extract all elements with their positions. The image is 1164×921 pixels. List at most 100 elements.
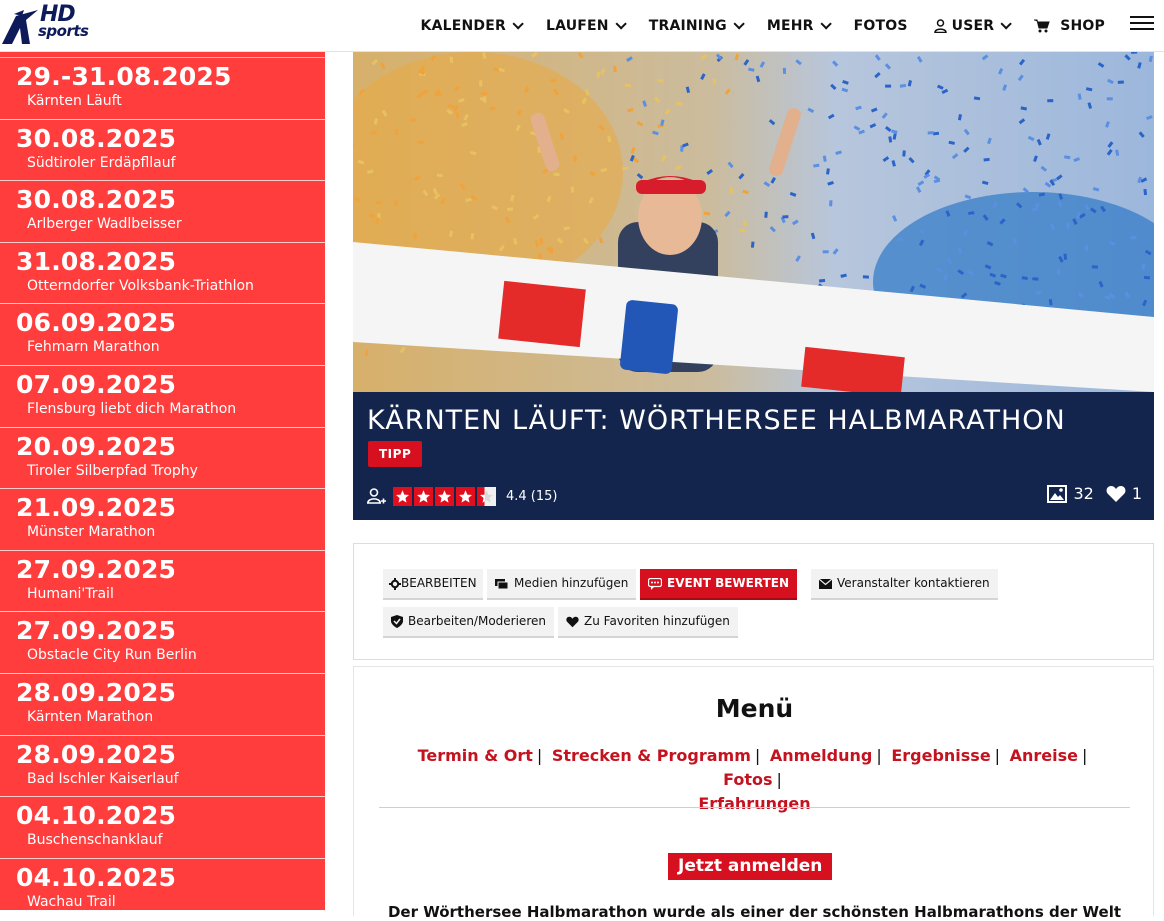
sidebar-event-item[interactable]: 07.09.2025 Flensburg liebt dich Marathon [0, 366, 325, 428]
nav-laufen[interactable]: LAUFEN [533, 0, 636, 52]
star-icon[interactable] [435, 486, 454, 506]
sidebar-event-name: Arlberger Wadlbeisser [27, 216, 182, 233]
star-icon[interactable] [456, 486, 475, 506]
sidebar-event-date: 20.09.2025 [16, 431, 177, 461]
event-hero: KÄRNTEN LÄUFT: WÖRTHERSEE HALBMARATHON T… [353, 52, 1154, 520]
sidebar-event-date: 31.08.2025 [16, 246, 177, 276]
hero-photo[interactable] [353, 52, 1154, 392]
nav-mehr-label: MEHR [766, 18, 814, 34]
reviewers-icon [367, 488, 387, 504]
sidebar-event-name: Humani'Trail [27, 585, 114, 602]
rate-event-button[interactable]: EVENT BEWERTEN [640, 569, 797, 600]
sidebar-event-name: Buschenschanklauf [27, 832, 163, 849]
rating-text: 4.4 (15) [506, 488, 558, 504]
main-nav: KALENDER LAUFEN TRAINING MEHR FOTOS USER [408, 0, 1118, 52]
menu-title: Menü [715, 694, 794, 723]
tipp-badge: TIPP [368, 441, 423, 467]
menu-separator: | [876, 746, 882, 765]
sidebar-event-item[interactable]: 30.08.2025 Südtiroler Erdäpfllauf [0, 120, 325, 182]
event-title: KÄRNTEN LÄUFT: WÖRTHERSEE HALBMARATHON [367, 405, 1066, 436]
menu-link-ergebnisse[interactable]: Ergebnisse [891, 746, 990, 765]
chevron-down-icon [512, 18, 524, 30]
sidebar-event-item[interactable]: 04.10.2025 Buschenschanklauf [0, 797, 325, 859]
hero-stats: 32 1 [1035, 485, 1142, 503]
sidebar-event-name: Südtiroler Erdäpfllauf [27, 154, 176, 171]
sidebar-event-item[interactable]: 27.09.2025 Humani'Trail [0, 551, 325, 613]
add-media-button[interactable]: Medien hinzufügen [487, 569, 637, 600]
nav-shop[interactable]: SHOP [1021, 0, 1118, 52]
photo-count[interactable]: 32 [1047, 484, 1094, 503]
star-icon[interactable] [477, 486, 496, 506]
nav-mehr[interactable]: MEHR [754, 0, 841, 52]
sidebar-event-item[interactable]: 21.09.2025 Münster Marathon [0, 489, 325, 551]
sidebar-event-date: 06.09.2025 [16, 308, 177, 338]
sidebar-event-date: 27.09.2025 [16, 616, 177, 646]
sidebar-event-date: 30.08.2025 [16, 123, 177, 153]
sidebar-event-item[interactable]: 31.08.2025 Otterndorfer Volksbank-Triathl… [0, 243, 325, 305]
sidebar-event-name: Obstacle City Run Berlin [27, 647, 197, 664]
sidebar-event-item[interactable]: 28.09.2025 Kärnten Marathon [0, 674, 325, 736]
menu-link-termin[interactable]: Termin & Ort [418, 746, 533, 765]
contact-organizer-button[interactable]: Veranstalter kontaktieren [811, 569, 998, 600]
menu-link-fotos[interactable]: Fotos [723, 770, 772, 789]
nav-shop-label: SHOP [1060, 18, 1105, 34]
add-favorite-button[interactable]: Zu Favoriten hinzufügen [558, 607, 738, 638]
sidebar-event-date: 04.10.2025 [16, 801, 177, 831]
star-rating[interactable] [393, 486, 498, 506]
sidebar-event-date: 27.09.2025 [16, 554, 177, 584]
sidebar-event-item[interactable]: 06.09.2025 Fehmarn Marathon [0, 304, 325, 366]
register-button[interactable]: Jetzt anmelden [668, 853, 833, 880]
menu-separator: | [994, 746, 1001, 765]
hamburger-icon[interactable] [1130, 16, 1154, 36]
event-actions: BEARBEITEN Medien hinzufügen EVENT BEWER… [353, 543, 1154, 660]
star-icon[interactable] [393, 486, 412, 506]
nav-training[interactable]: TRAINING [636, 0, 754, 52]
sidebar-event-item[interactable]: 04.10.2025 Wachau Trail [0, 859, 325, 910]
image-icon [1047, 485, 1068, 503]
nav-user[interactable]: USER [921, 0, 1022, 52]
top-navigation: HD sports KALENDER LAUFEN TRAINING MEHR … [0, 0, 1164, 52]
heart-icon [566, 616, 579, 627]
menu-separator: | [776, 770, 782, 789]
site-logo[interactable]: HD sports [0, 4, 104, 44]
rating-row[interactable]: 4.4 (15) [367, 485, 558, 507]
sidebar-event-date: 29.-31.08.2025 [16, 62, 232, 91]
edit-button[interactable]: BEARBEITEN [383, 569, 483, 600]
sidebar-event-item[interactable]: 20.09.2025 Tiroler Silberpfad Trophy [0, 428, 325, 490]
nav-user-label: USER [951, 18, 995, 34]
sidebar-event-date: 21.09.2025 [16, 493, 177, 523]
sidebar-event-item[interactable]: 28.09.2025 Bad Ischler Kaiserlauf [0, 736, 325, 798]
photo-count-value: 32 [1073, 484, 1094, 503]
nav-kalender[interactable]: KALENDER [408, 0, 533, 52]
sidebar-event-date: 04.10.2025 [16, 862, 177, 892]
edit-button-label: BEARBEITEN [401, 576, 477, 590]
menu-link-erfahrungen[interactable]: Erfahrungen [698, 794, 810, 813]
chevron-down-icon [733, 18, 745, 30]
intro-text: Der Wörthersee Halbmarathon wurde als ei… [387, 903, 1122, 921]
sidebar-event-name: Otterndorfer Volksbank-Triathlon [27, 277, 254, 294]
nav-laufen-label: LAUFEN [545, 18, 609, 34]
menu-separator: | [754, 746, 761, 765]
sidebar-event-name: Bad Ischler Kaiserlauf [27, 770, 179, 787]
sidebar-event-name: Wachau Trail [27, 893, 116, 910]
add-media-label: Medien hinzufügen [514, 576, 629, 590]
menu-link-strecken[interactable]: Strecken & Programm [552, 746, 751, 765]
star-icon[interactable] [414, 486, 433, 506]
sidebar-event-name: Tiroler Silberpfad Trophy [27, 462, 198, 479]
nav-fotos[interactable]: FOTOS [841, 0, 921, 52]
sidebar-event-date: 07.09.2025 [16, 369, 177, 399]
sidebar-event-date: 28.09.2025 [16, 739, 177, 769]
like-count[interactable]: 1 [1106, 485, 1142, 503]
moderate-button[interactable]: Bearbeiten/Moderieren [383, 607, 554, 638]
finish-line-photo [353, 52, 1154, 392]
chevron-down-icon [820, 18, 832, 30]
sidebar-event-item[interactable]: 27.09.2025 Obstacle City Run Berlin [0, 612, 325, 674]
chevron-down-icon [615, 18, 627, 30]
sidebar-event-item[interactable]: 29.-31.08.2025 Kärnten Läuft [0, 58, 325, 120]
menu-link-anreise[interactable]: Anreise [1010, 746, 1078, 765]
sidebar-event-item[interactable]: 30.08.2025 Arlberger Wadlbeisser [0, 181, 325, 243]
sidebar-event-date: 30.08.2025 [16, 185, 177, 215]
chevron-down-icon [1000, 18, 1013, 30]
menu-link-anmeldung[interactable]: Anmeldung [770, 746, 872, 765]
event-menu: Menü Termin & Ort | Strecken & Programm | … [353, 666, 1154, 921]
